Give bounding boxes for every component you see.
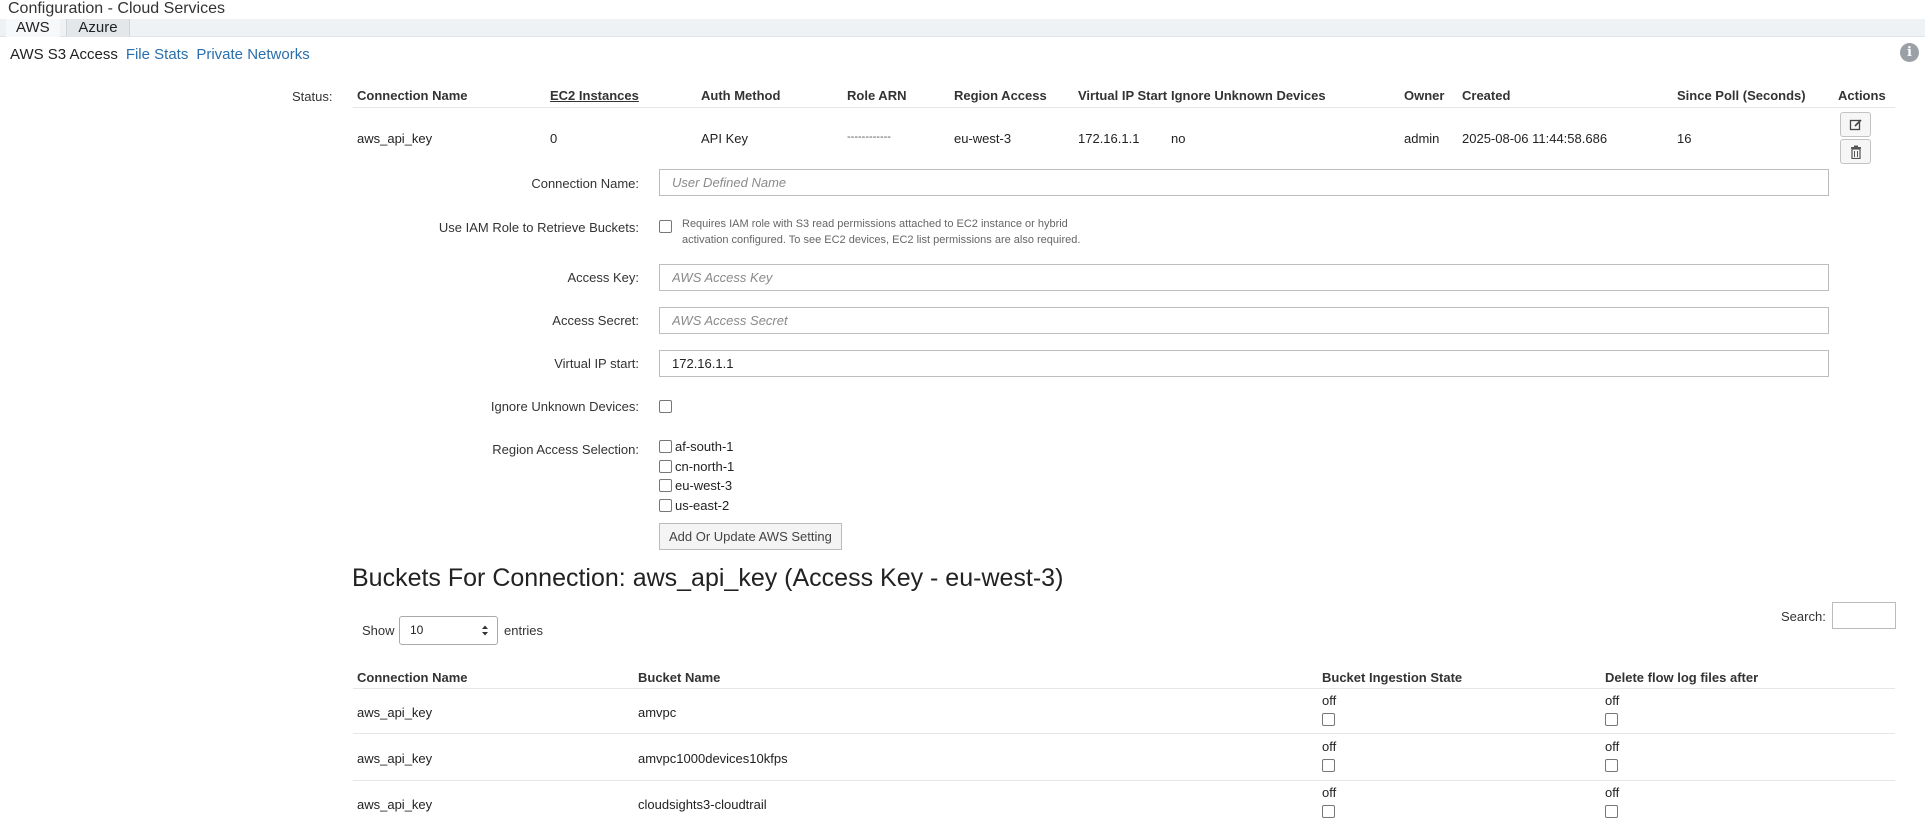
cell-connection-name: aws_api_key — [357, 131, 433, 146]
delete-after-checkbox[interactable] — [1605, 713, 1618, 726]
iam-help-line-1: Requires IAM role with S3 read permissio… — [682, 218, 1068, 230]
th-region-access: Region Access — [954, 88, 1047, 103]
table-header-divider — [353, 107, 1895, 108]
bucket-cell-delete-after: off — [1605, 785, 1620, 800]
bucket-cell-connection: aws_api_key — [357, 751, 433, 766]
region-option[interactable]: eu-west-3 — [659, 476, 734, 496]
access-key-label: Access Key: — [567, 270, 639, 285]
bucket-th-connection-name: Connection Name — [357, 670, 468, 685]
file-stats-link[interactable]: File Stats — [126, 46, 189, 63]
use-iam-role-help: Requires IAM role with S3 read permissio… — [682, 216, 1102, 248]
access-secret-input[interactable] — [659, 307, 1829, 334]
tab-aws[interactable]: AWS — [6, 19, 60, 37]
th-virtual-ip-start: Virtual IP Start — [1078, 88, 1168, 103]
edit-icon — [1849, 118, 1862, 130]
cell-auth-method: API Key — [701, 131, 748, 146]
cell-role-arn: ------------ — [847, 131, 891, 143]
use-iam-role-label: Use IAM Role to Retrieve Buckets: — [438, 220, 639, 235]
subnav-current: AWS S3 Access — [10, 46, 118, 63]
tab-azure[interactable]: Azure — [66, 19, 130, 37]
buckets-section-title: Buckets For Connection: aws_api_key (Acc… — [352, 564, 1064, 592]
bucket-cell-name: amvpc1000devices10kfps — [638, 751, 788, 766]
show-label: Show — [362, 623, 395, 638]
region-option[interactable]: us-east-2 — [659, 496, 734, 516]
ingestion-state-checkbox[interactable] — [1322, 713, 1335, 726]
th-since-poll: Since Poll (Seconds) — [1677, 88, 1806, 103]
page-size-value: 10 — [410, 623, 424, 637]
connection-name-input[interactable] — [659, 169, 1829, 196]
connection-name-label: Connection Name: — [531, 176, 639, 191]
info-icon[interactable]: i — [1900, 43, 1919, 62]
cell-since-poll: 16 — [1677, 131, 1692, 146]
region-checkbox[interactable] — [659, 479, 672, 493]
delete-button[interactable] — [1840, 139, 1871, 164]
cell-ignore-unknown-devices: no — [1171, 131, 1186, 146]
region-label: us-east-2 — [675, 497, 730, 513]
region-label: eu-west-3 — [675, 478, 733, 494]
region-checkbox[interactable] — [659, 440, 672, 454]
th-connection-name: Connection Name — [357, 88, 468, 103]
edit-button[interactable] — [1840, 112, 1871, 137]
virtual-ip-start-label: Virtual IP start: — [554, 356, 639, 371]
bucket-cell-ingestion-state: off — [1322, 693, 1337, 708]
access-secret-label: Access Secret: — [552, 313, 639, 328]
select-arrows-icon — [482, 625, 488, 636]
cell-created: 2025-08-06 11:44:58.686 — [1462, 131, 1608, 146]
th-ec2-instances[interactable]: EC2 Instances — [550, 88, 639, 103]
ignore-unknown-devices-label: Ignore Unknown Devices: — [490, 399, 639, 414]
page-size-select[interactable]: 10 — [399, 616, 498, 645]
cell-owner: admin — [1404, 131, 1440, 146]
th-auth-method: Auth Method — [701, 88, 781, 103]
bucket-cell-connection: aws_api_key — [357, 705, 433, 720]
bucket-cell-name: amvpc — [638, 705, 677, 720]
th-actions: Actions — [1838, 88, 1886, 103]
use-iam-role-checkbox[interactable] — [659, 220, 672, 233]
bucket-header-divider — [353, 688, 1895, 689]
region-checkbox[interactable] — [659, 498, 672, 512]
bucket-cell-delete-after: off — [1605, 739, 1620, 754]
sub-navigation: AWS S3 Access File Stats Private Networks — [10, 46, 318, 63]
search-label: Search: — [1781, 609, 1826, 624]
trash-icon — [1850, 145, 1861, 159]
search-input[interactable] — [1832, 602, 1896, 629]
access-key-input[interactable] — [659, 264, 1829, 291]
bucket-th-ingestion-state: Bucket Ingestion State — [1322, 670, 1463, 685]
private-networks-link[interactable]: Private Networks — [196, 46, 309, 63]
region-label: cn-north-1 — [675, 458, 735, 474]
iam-help-line-2: activation configured. To see EC2 device… — [682, 234, 1081, 246]
row-divider — [353, 780, 1895, 781]
bucket-cell-ingestion-state: off — [1322, 785, 1337, 800]
bucket-th-delete-after: Delete flow log files after — [1605, 670, 1759, 685]
add-update-aws-setting-button[interactable]: Add Or Update AWS Setting — [659, 523, 842, 550]
delete-after-checkbox[interactable] — [1605, 759, 1618, 772]
bucket-cell-delete-after: off — [1605, 693, 1620, 708]
ingestion-state-checkbox[interactable] — [1322, 759, 1335, 772]
page-title: Configuration - Cloud Services — [8, 0, 225, 17]
cell-ec2-instances: 0 — [550, 131, 558, 146]
delete-after-checkbox[interactable] — [1605, 805, 1618, 818]
region-access-label: Region Access Selection: — [492, 442, 639, 457]
th-role-arn: Role ARN — [847, 88, 907, 103]
region-checkbox[interactable] — [659, 459, 672, 473]
tab-bar: AWS Azure — [0, 19, 1925, 37]
th-owner: Owner — [1404, 88, 1445, 103]
ingestion-state-checkbox[interactable] — [1322, 805, 1335, 818]
ignore-unknown-devices-checkbox[interactable] — [659, 400, 672, 413]
status-label: Status: — [292, 89, 333, 104]
th-ignore-unknown-devices: Ignore Unknown Devices — [1171, 88, 1326, 103]
bucket-th-bucket-name: Bucket Name — [638, 670, 721, 685]
bucket-cell-connection: aws_api_key — [357, 797, 433, 812]
region-option[interactable]: af-south-1 — [659, 437, 734, 457]
region-label: af-south-1 — [675, 439, 734, 455]
cell-virtual-ip-start: 172.16.1.1 — [1078, 131, 1140, 146]
entries-label: entries — [504, 623, 544, 638]
region-option[interactable]: cn-north-1 — [659, 457, 734, 477]
virtual-ip-start-input[interactable] — [659, 350, 1829, 377]
bucket-cell-ingestion-state: off — [1322, 739, 1337, 754]
bucket-cell-name: cloudsights3-cloudtrail — [638, 797, 767, 812]
th-created: Created — [1462, 88, 1511, 103]
row-divider — [353, 733, 1895, 734]
region-access-options: af-south-1 cn-north-1 eu-west-3 us-east-… — [659, 437, 734, 515]
cell-region-access: eu-west-3 — [954, 131, 1012, 146]
